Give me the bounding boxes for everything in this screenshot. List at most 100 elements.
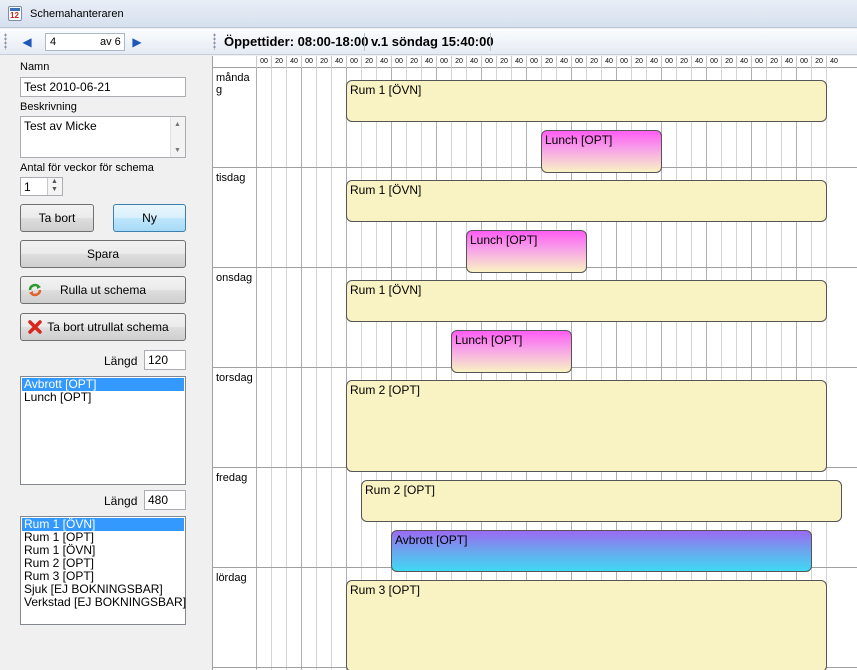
time-tick-label: 00: [796, 56, 811, 68]
previous-record-icon[interactable]: ◀: [20, 34, 34, 50]
schedule-block[interactable]: Rum 1 [ÖVN]: [346, 80, 827, 122]
activity-length-value: 480: [148, 493, 169, 507]
toolbar-grip[interactable]: [4, 33, 7, 50]
schedule-block[interactable]: Lunch [OPT]: [466, 230, 587, 273]
day-label: fredag: [216, 472, 248, 484]
day-row: tisdag Rum 1 [ÖVN] Lunch [OPT]: [213, 168, 857, 273]
day-label: måndag: [216, 72, 250, 96]
rollout-schedule-button[interactable]: Rulla ut schema: [20, 276, 186, 304]
day-label: tisdag: [216, 172, 246, 184]
schedule-block[interactable]: Rum 1 [ÖVN]: [346, 180, 827, 222]
time-tick-label: 40: [376, 56, 391, 68]
time-tick-label: 00: [751, 56, 766, 68]
name-field[interactable]: Test 2010-06-21: [20, 77, 186, 97]
time-tick-label: 00: [571, 56, 586, 68]
weeks-value: 1: [24, 180, 31, 194]
time-tick-label: 40: [511, 56, 526, 68]
schedule-block[interactable]: Avbrott [OPT]: [391, 530, 812, 572]
window-titlebar: Schemahanteraren: [0, 0, 857, 28]
next-record-icon[interactable]: ▶: [130, 34, 144, 50]
description-scrollbar[interactable]: ▲ ▼: [170, 117, 185, 157]
schedule-block[interactable]: Rum 2 [OPT]: [346, 380, 827, 472]
time-tick-label: 20: [406, 56, 421, 68]
time-tick-label: 00: [526, 56, 541, 68]
scroll-down-icon[interactable]: ▼: [174, 147, 181, 154]
red-x-icon: [27, 319, 43, 335]
schedule-block[interactable]: Rum 1 [ÖVN]: [346, 280, 827, 322]
schedule-block[interactable]: Lunch [OPT]: [541, 130, 662, 173]
time-tick-label: 40: [421, 56, 436, 68]
time-tick-label: 40: [466, 56, 481, 68]
day-label: lördag: [216, 572, 247, 584]
day-label: torsdag: [216, 372, 253, 384]
time-tick-label: 40: [736, 56, 751, 68]
time-tick-label: 20: [361, 56, 376, 68]
weeks-spin-buttons[interactable]: ▲ ▼: [47, 178, 62, 195]
new-button[interactable]: Ny: [113, 204, 186, 232]
delete-button-label: Ta bort: [38, 211, 76, 225]
record-position-value: 4: [50, 36, 57, 48]
list-item[interactable]: Verkstad [EJ BOKNINGSBAR]: [22, 596, 186, 609]
calendar-app-icon: [8, 6, 22, 21]
schema-form-panel: Namn Test 2010-06-21 Beskrivning Test av…: [0, 56, 210, 670]
name-label: Namn: [20, 61, 50, 73]
delete-button[interactable]: Ta bort: [20, 204, 94, 232]
day-row: fredag Rum 2 [OPT] Avbrott [OPT]: [213, 468, 857, 572]
name-value: Test 2010-06-21: [24, 80, 111, 94]
day-row: lördag Rum 3 [OPT]: [213, 568, 857, 670]
save-button[interactable]: Spara: [20, 240, 186, 268]
day-row: onsdag Rum 1 [ÖVN] Lunch [OPT]: [213, 268, 857, 373]
break-length-field[interactable]: 120: [144, 350, 186, 370]
break-length-value: 120: [148, 353, 169, 367]
time-tick-label: 20: [631, 56, 646, 68]
description-field[interactable]: Test av Micke ▲ ▼: [20, 116, 186, 158]
time-tick-label: 00: [481, 56, 496, 68]
break-activity-list[interactable]: Avbrott [OPT] Lunch [OPT]: [20, 376, 186, 485]
time-tick-label: 20: [766, 56, 781, 68]
time-tick-label: 20: [541, 56, 556, 68]
opening-hours-label: Öppettider: 08:00-18:00: [224, 34, 369, 49]
time-tick-label: 20: [586, 56, 601, 68]
save-button-label: Spara: [86, 247, 120, 261]
window-title: Schemahanteraren: [30, 8, 124, 20]
time-scale-header: 00 20 40 00 20 40 00 20 40 00 20 40 00 20 40 00 20 40 00 20…: [213, 56, 857, 68]
weeks-stepper[interactable]: 1 ▲ ▼: [20, 177, 63, 196]
record-count: av 6: [100, 36, 121, 48]
day-row: torsdag Rum 2 [OPT]: [213, 368, 857, 472]
time-tick-label: 00: [346, 56, 361, 68]
time-tick-label: 00: [661, 56, 676, 68]
schedule-block[interactable]: Rum 2 [OPT]: [361, 480, 842, 522]
schedule-block[interactable]: Lunch [OPT]: [451, 330, 572, 373]
time-tick-label: 00: [391, 56, 406, 68]
time-tick-label: 20: [721, 56, 736, 68]
navigation-toolbar: ◀ 4 av 6 ▶ Öppettider: 08:00-18:00 v.1 s…: [0, 29, 857, 55]
toolbar-grip-2[interactable]: [213, 33, 216, 50]
spin-up-icon[interactable]: ▲: [51, 178, 58, 185]
time-tick-label: 20: [271, 56, 286, 68]
spin-down-icon[interactable]: ▼: [51, 186, 58, 193]
time-tick-label: 20: [496, 56, 511, 68]
time-tick-label: 40: [646, 56, 661, 68]
time-tick-label: 40: [286, 56, 301, 68]
scroll-up-icon[interactable]: ▲: [174, 121, 181, 128]
activity-length-field[interactable]: 480: [144, 490, 186, 510]
schedule-block[interactable]: Rum 3 [OPT]: [346, 580, 827, 670]
description-label: Beskrivning: [20, 101, 77, 113]
time-tick-label: 20: [451, 56, 466, 68]
time-tick-label: 00: [616, 56, 631, 68]
remove-rollout-button[interactable]: Ta bort utrullat schema: [20, 313, 186, 341]
time-tick-label: 40: [331, 56, 346, 68]
room-activity-list[interactable]: Rum 1 [ÖVN] Rum 1 [OPT] Rum 1 [ÖVN] Rum 2 […: [20, 516, 186, 625]
new-button-label: Ny: [142, 211, 157, 225]
remove-rollout-button-label: Ta bort utrullat schema: [47, 320, 169, 334]
day-row: måndag Rum 1 [ÖVN] Lunch [OPT]: [213, 68, 857, 173]
time-tick-label: 00: [706, 56, 721, 68]
weekly-schedule-grid[interactable]: 00 20 40 00 20 40 00 20 40 00 20 40 00 20 40 00 20 40 00 20…: [212, 56, 857, 670]
time-tick-label: 40: [601, 56, 616, 68]
weeks-label: Antal för veckor för schema: [20, 162, 154, 174]
list-item[interactable]: Lunch [OPT]: [22, 391, 184, 404]
time-tick-label: 40: [826, 56, 841, 68]
time-tick-label: 20: [316, 56, 331, 68]
current-week-time: v.1 söndag 15:40:00: [371, 34, 494, 49]
time-tick-label: 00: [256, 56, 271, 68]
